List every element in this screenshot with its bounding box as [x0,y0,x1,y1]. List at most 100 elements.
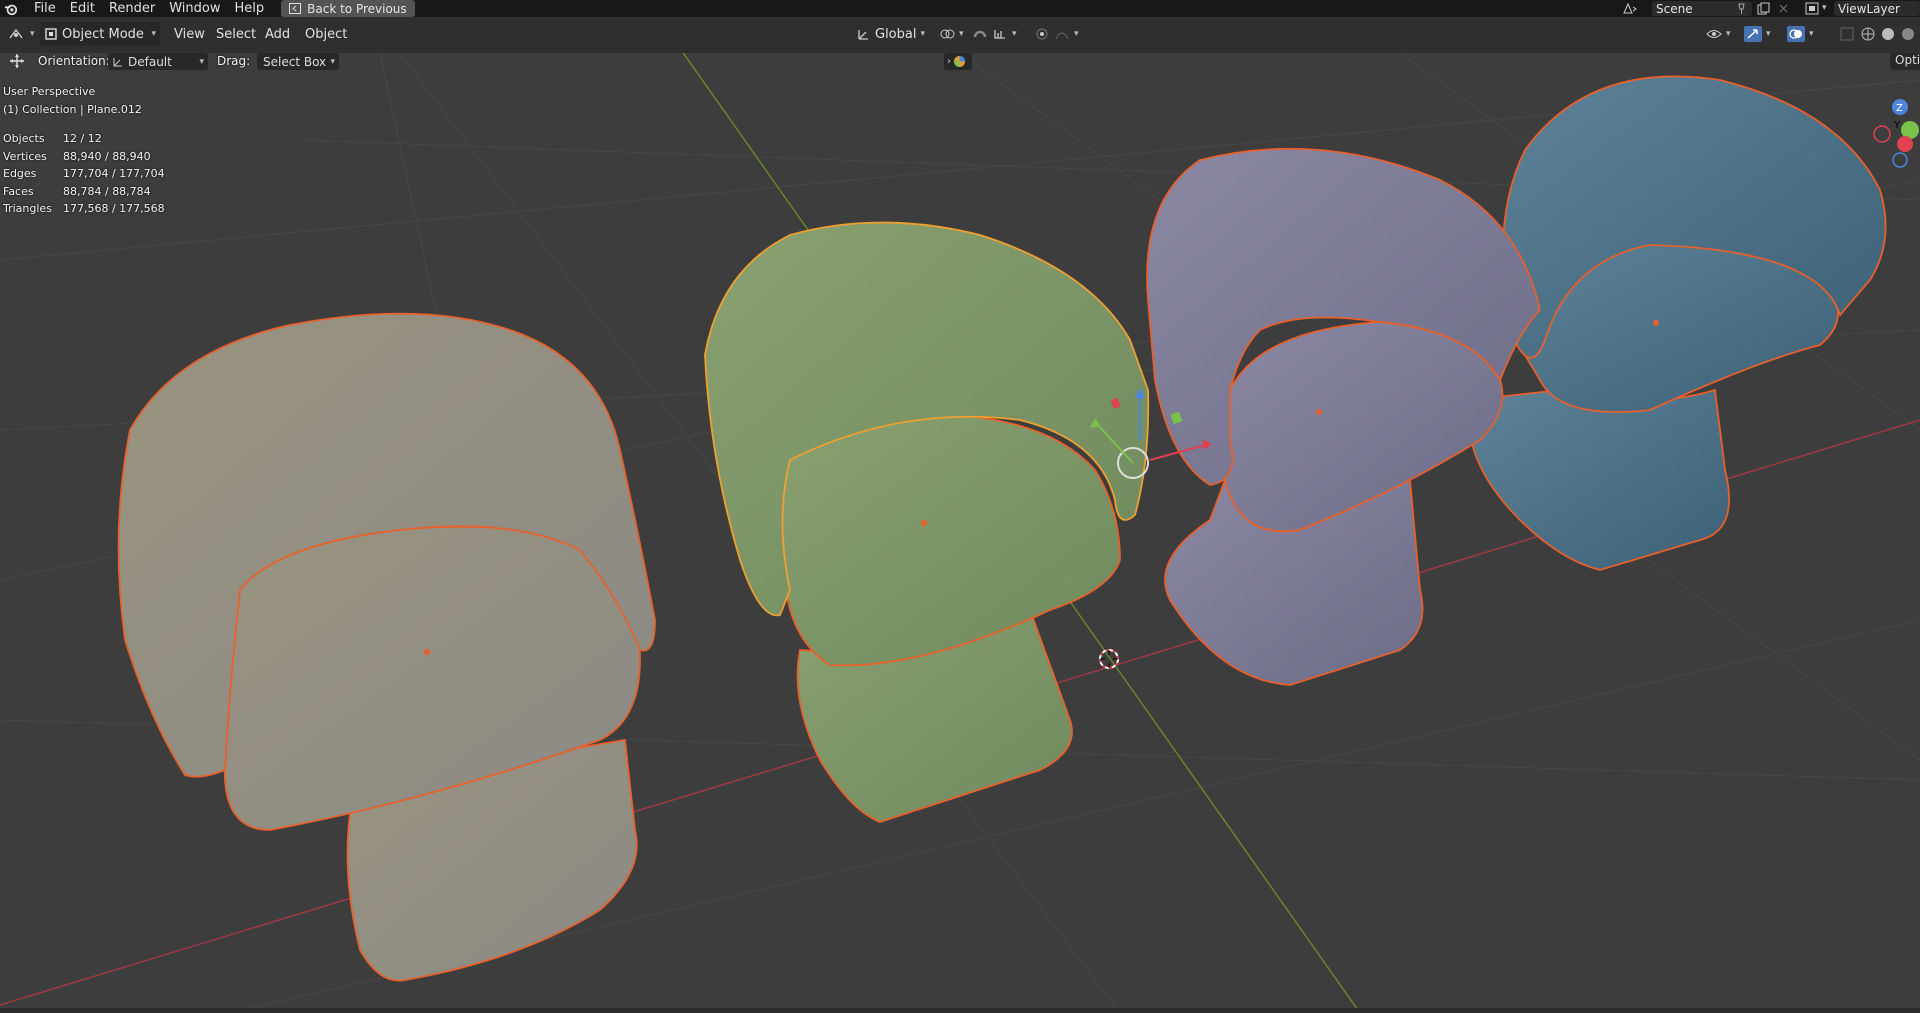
menu-help[interactable]: Help [228,0,272,17]
svg-text:Z: Z [1896,103,1903,114]
drag-value: Select Box [263,54,327,69]
wireframe-shading-icon [1861,27,1875,41]
options-button[interactable]: Opti [1890,53,1920,70]
mode-label: Object Mode [62,26,144,42]
back-to-previous-button[interactable]: Back to Previous [281,0,415,17]
solid-shading-icon [1882,28,1894,40]
chevron-down-icon: ▾ [30,29,35,39]
proportional-editing-toggle[interactable]: ▾ [1030,22,1083,46]
chevron-down-icon: ▾ [151,29,156,39]
stat-objects-value: 12 / 12 [63,132,102,145]
shading-buttons[interactable] [1856,22,1920,46]
overlay-icon [1787,26,1805,42]
viewport-header: ▾ Object Mode ▾ View Select Add Object G… [0,17,1920,53]
orientation-dropdown[interactable]: Default ▾ [108,53,208,70]
mode-selector[interactable]: Object Mode ▾ [40,22,160,46]
stat-edges-label: Edges [3,167,37,180]
chevron-down-icon: ▾ [920,29,926,39]
chair-green-active[interactable] [704,221,1150,823]
pivot-point-selector[interactable]: ▾ [935,22,968,46]
new-scene-icon[interactable] [1757,2,1771,15]
3d-cursor-icon[interactable] [1099,649,1119,669]
stat-vertices-value: 88,940 / 88,940 [63,150,151,163]
visibility-icon [1706,30,1722,38]
blender-logo-icon[interactable] [4,2,18,16]
active-collection-object: (1) Collection | Plane.012 [3,103,142,116]
snap-toggle[interactable]: ▾ [968,22,1021,46]
chevron-down-icon: ▾ [1809,29,1814,39]
chair-beige[interactable] [117,312,656,982]
material-shading-icon [1902,28,1914,40]
chevron-down-icon: ▾ [330,56,335,67]
menu-edit[interactable]: Edit [63,0,102,17]
stat-edges-value: 177,704 / 177,704 [63,167,165,180]
editor-type-icon [9,28,23,39]
xray-toggle[interactable] [1836,22,1858,46]
menu-object[interactable]: Object [301,22,351,46]
menu-render[interactable]: Render [102,0,162,17]
chevron-down-icon: ▾ [1766,29,1771,39]
chair-lavender[interactable] [1146,147,1541,686]
stat-faces-label: Faces [3,185,34,198]
view-name: User Perspective [3,85,96,98]
view-layer-selector[interactable]: ViewLayer [1834,1,1920,16]
overlay-toggle[interactable]: ▾ [1783,22,1818,46]
scene-name: Scene [1656,1,1693,16]
menu-select[interactable]: Select [212,22,260,46]
orientation-label: Orientation: [38,54,110,68]
svg-text:Y: Y [1893,120,1901,131]
chevron-down-icon: ▾ [1074,29,1079,39]
view-layer-name: ViewLayer [1838,1,1900,16]
status-bar [0,1008,1920,1013]
editor-type-button[interactable]: ▾ [4,22,39,46]
gizmo-collapse-toggle[interactable]: › [944,53,972,70]
origin-point [424,649,430,655]
stat-faces-value: 88,784 / 88,784 [63,185,151,198]
transform-orientation-label: Global [875,26,917,42]
drag-dropdown[interactable]: Select Box ▾ [257,53,339,70]
stat-vertices-label: Vertices [3,150,47,163]
3d-viewport[interactable]: Z Y [0,53,1920,1013]
scene-icon[interactable] [1622,2,1638,15]
stat-triangles-label: Triangles [3,202,52,215]
object-mode-icon [45,28,57,40]
view-layer-icon[interactable] [1805,2,1819,15]
orientation-value: Default [128,54,172,69]
chevron-down-icon: ▾ [1726,29,1731,39]
orientation-icon [113,57,122,66]
stat-triangles-value: 177,568 / 177,568 [63,202,165,215]
menu-window[interactable]: Window [162,0,227,17]
back-to-previous-label: Back to Previous [307,1,407,16]
snap-icon [973,30,987,38]
viewport-scene[interactable]: Z Y [0,53,1920,1013]
pivot-icon [940,29,955,39]
tool-settings-bar: Orientation: Default ▾ Drag: Select Box … [0,53,1920,70]
chevron-down-icon: ▾ [1012,29,1017,39]
view-layer-chevron-icon[interactable]: ▾ [1822,3,1827,13]
pin-icon[interactable] [1735,2,1748,15]
menu-add[interactable]: Add [261,22,294,46]
navigation-gizmo-icon[interactable]: Z Y [1873,99,1919,168]
falloff-icon [1055,32,1069,40]
transform-icon[interactable] [8,53,26,69]
back-icon [289,3,302,14]
object-visibility-selector[interactable]: ▾ [1702,22,1735,46]
chevron-down-icon: ▾ [959,29,964,39]
origin-point [1316,409,1322,415]
chevron-right-icon: › [947,56,951,67]
transform-orientation-selector[interactable]: Global ▾ [853,22,929,46]
snap-target-icon [994,30,1005,39]
xray-icon [1840,27,1854,41]
origin-point [1653,320,1659,326]
render-engine-icon [954,56,965,67]
chair-blue[interactable] [1467,75,1887,571]
gizmo-toggle[interactable]: ▾ [1740,22,1775,46]
chevron-down-icon: ▾ [199,56,204,67]
menu-view[interactable]: View [170,22,209,46]
proportional-icon [1036,28,1048,40]
stat-objects-label: Objects [3,132,45,145]
delete-scene-icon[interactable] [1778,3,1789,14]
drag-label: Drag: [217,54,251,68]
menu-file[interactable]: File [27,0,63,17]
top-menu-bar: File Edit Render Window Help Back to Pre… [0,0,1920,17]
